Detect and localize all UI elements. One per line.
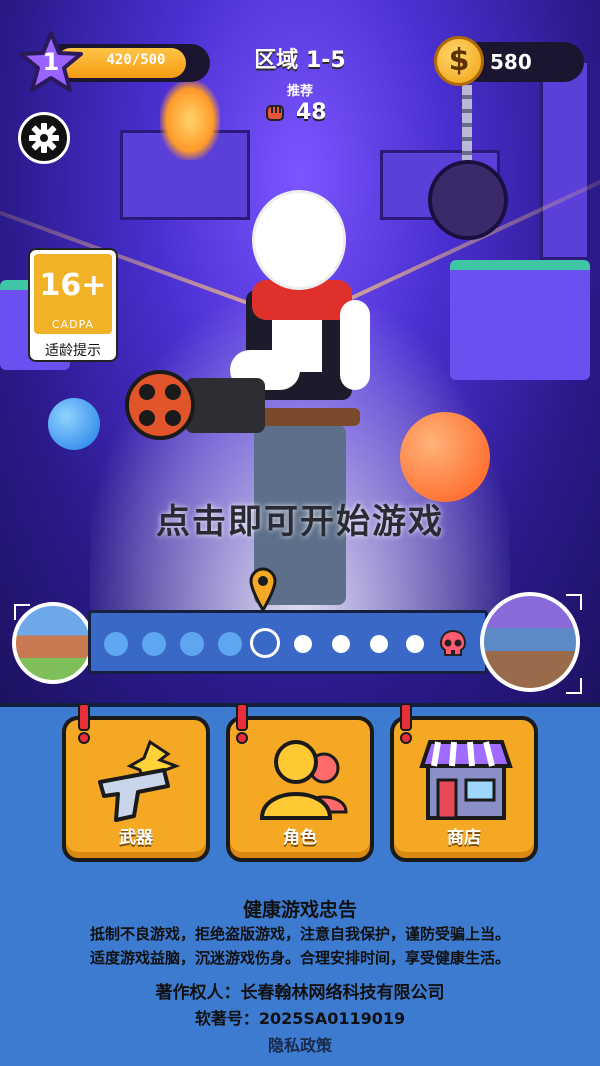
stage-dot-locked [332, 635, 350, 653]
barrel-hole [139, 384, 155, 400]
recommended-power: 48 [296, 100, 327, 125]
chain [462, 85, 472, 165]
age-rating-org: CADPA [51, 318, 95, 331]
stage-dot-current [250, 628, 280, 658]
coin-icon: $ [434, 36, 484, 86]
health-notice-line: 适度游戏益脑，沉迷游戏伤身。合理安排时间，享受健康生活。 [89, 949, 510, 967]
stage-dot-completed [104, 632, 128, 656]
stage-dot-locked [370, 635, 388, 653]
coin-amount: 580 [490, 50, 532, 74]
stage-dot-completed [180, 632, 204, 656]
exclamation-icon [400, 704, 412, 744]
frame-corner [14, 604, 30, 620]
recommend-label: 推荐 [286, 84, 313, 99]
stage-dot-completed [218, 632, 242, 656]
orange-ball [400, 412, 490, 502]
characters-label: 角色 [283, 828, 317, 848]
privacy-policy-link[interactable]: 隐私政策 [0, 1032, 600, 1056]
health-notice-title: 健康游戏忠告 [242, 899, 357, 921]
hero-head [252, 190, 346, 290]
portal-glow [160, 80, 220, 160]
player-level: 1 [42, 48, 60, 76]
frame-corner [566, 594, 582, 610]
barrel-hole [165, 410, 181, 426]
stage-dot-locked [294, 635, 312, 653]
age-rating-tip: 适龄提示 [45, 343, 101, 359]
minigun [125, 370, 265, 440]
exclamation-icon [78, 704, 90, 744]
health-notice-line: 抵制不良游戏，拒绝盗版游戏，注意自我保护，谨防受骗上当。 [89, 925, 510, 943]
shop-icon [419, 740, 513, 820]
software-registration: 软著号：2025SA0119019 [194, 1009, 406, 1028]
minigun-barrel [125, 370, 195, 440]
frame-corner [566, 678, 582, 694]
next-stage-thumbnail[interactable] [480, 592, 580, 692]
tap-to-start-prompt[interactable]: 点击即可开始游戏 [0, 494, 600, 543]
blue-ball [48, 398, 100, 450]
gear-icon [29, 123, 59, 153]
barrel-hole [165, 384, 181, 400]
weapons-label: 武器 [119, 828, 153, 848]
stage-dot-completed [142, 632, 166, 656]
hero-arm [340, 300, 370, 390]
spiked-mace [428, 160, 508, 240]
region-title: 区域 1-5 [254, 48, 346, 73]
copyright-holder: 著作权人：长春翰林网络科技有限公司 [155, 983, 445, 1003]
castle-pillar [540, 60, 590, 260]
exclamation-icon [236, 704, 248, 744]
location-pin-icon [249, 567, 277, 612]
stage-dot-locked [406, 635, 424, 653]
fist-icon [266, 105, 284, 121]
skull-icon [439, 629, 467, 656]
barrel-hole [139, 410, 155, 426]
age-rating-number: 16+ [39, 268, 107, 303]
minigun-body [185, 378, 265, 433]
characters-icon [259, 740, 348, 820]
xp-text: 420/500 [106, 52, 166, 68]
shop-label: 商店 [447, 828, 481, 848]
pistol-icon [98, 739, 181, 822]
settings-button[interactable] [18, 112, 70, 164]
